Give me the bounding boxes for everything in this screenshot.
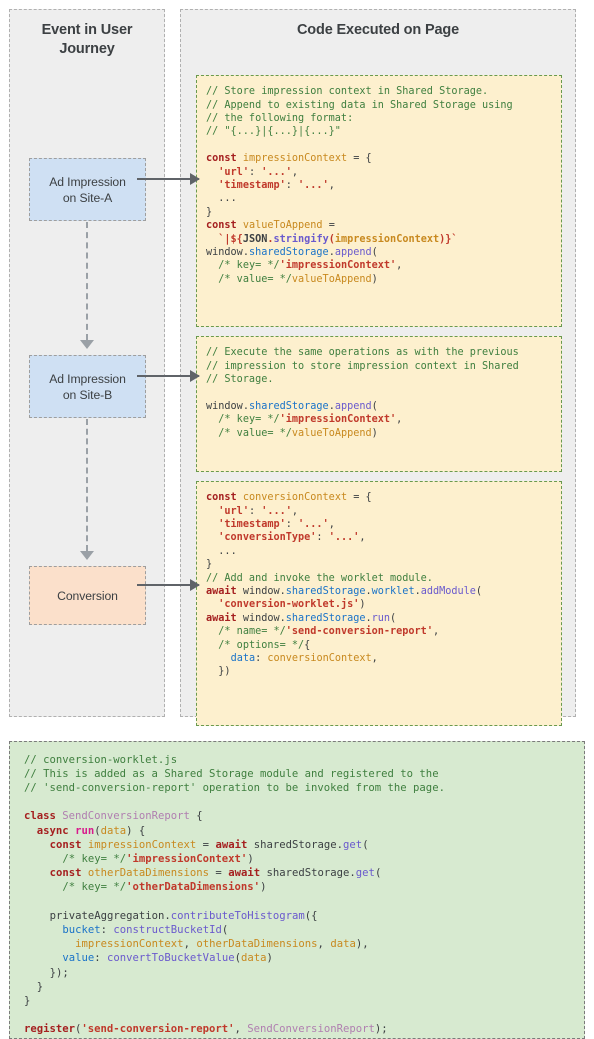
connector-line-a-to-b <box>86 222 88 340</box>
journey-node-label: Conversion <box>57 588 118 603</box>
arrow-site-a-to-code <box>137 173 200 185</box>
code-block-impression-site-b: // Execute the same operations as with t… <box>196 336 562 473</box>
arrow-conversion-to-code <box>137 579 200 591</box>
connector-arrowhead-a-to-b <box>80 340 94 349</box>
code-block-conversion: const conversionContext = { 'url': '...'… <box>196 481 562 727</box>
journey-node-label: Ad Impression on Site-A <box>49 174 126 205</box>
journey-node-conversion[interactable]: Conversion <box>29 566 146 625</box>
journey-node-ad-impression-site-b[interactable]: Ad Impression on Site-B <box>29 355 146 418</box>
code-block-conversion-worklet: // conversion-worklet.js // This is adde… <box>9 740 585 1039</box>
journey-node-label: Ad Impression on Site-B <box>49 371 126 402</box>
connector-line-b-to-conversion <box>86 419 88 551</box>
journey-column: Event in User Journey Ad Impression on Sit… <box>9 9 165 717</box>
code-column-title: Code Executed on Page <box>296 22 460 38</box>
flow-diagram-top: Event in User Journey Ad Impression on Sit… <box>0 0 594 727</box>
code-block-impression-site-a: // Store impression context in Shared St… <box>196 75 562 328</box>
journey-node-ad-impression-site-a[interactable]: Ad Impression on Site-A <box>29 158 146 221</box>
journey-column-title: Event in User Journey <box>41 22 133 57</box>
arrow-site-b-to-code <box>137 370 200 382</box>
connector-arrowhead-b-to-conversion <box>80 551 94 560</box>
code-column: Code Executed on Page // Store impressio… <box>180 9 576 727</box>
